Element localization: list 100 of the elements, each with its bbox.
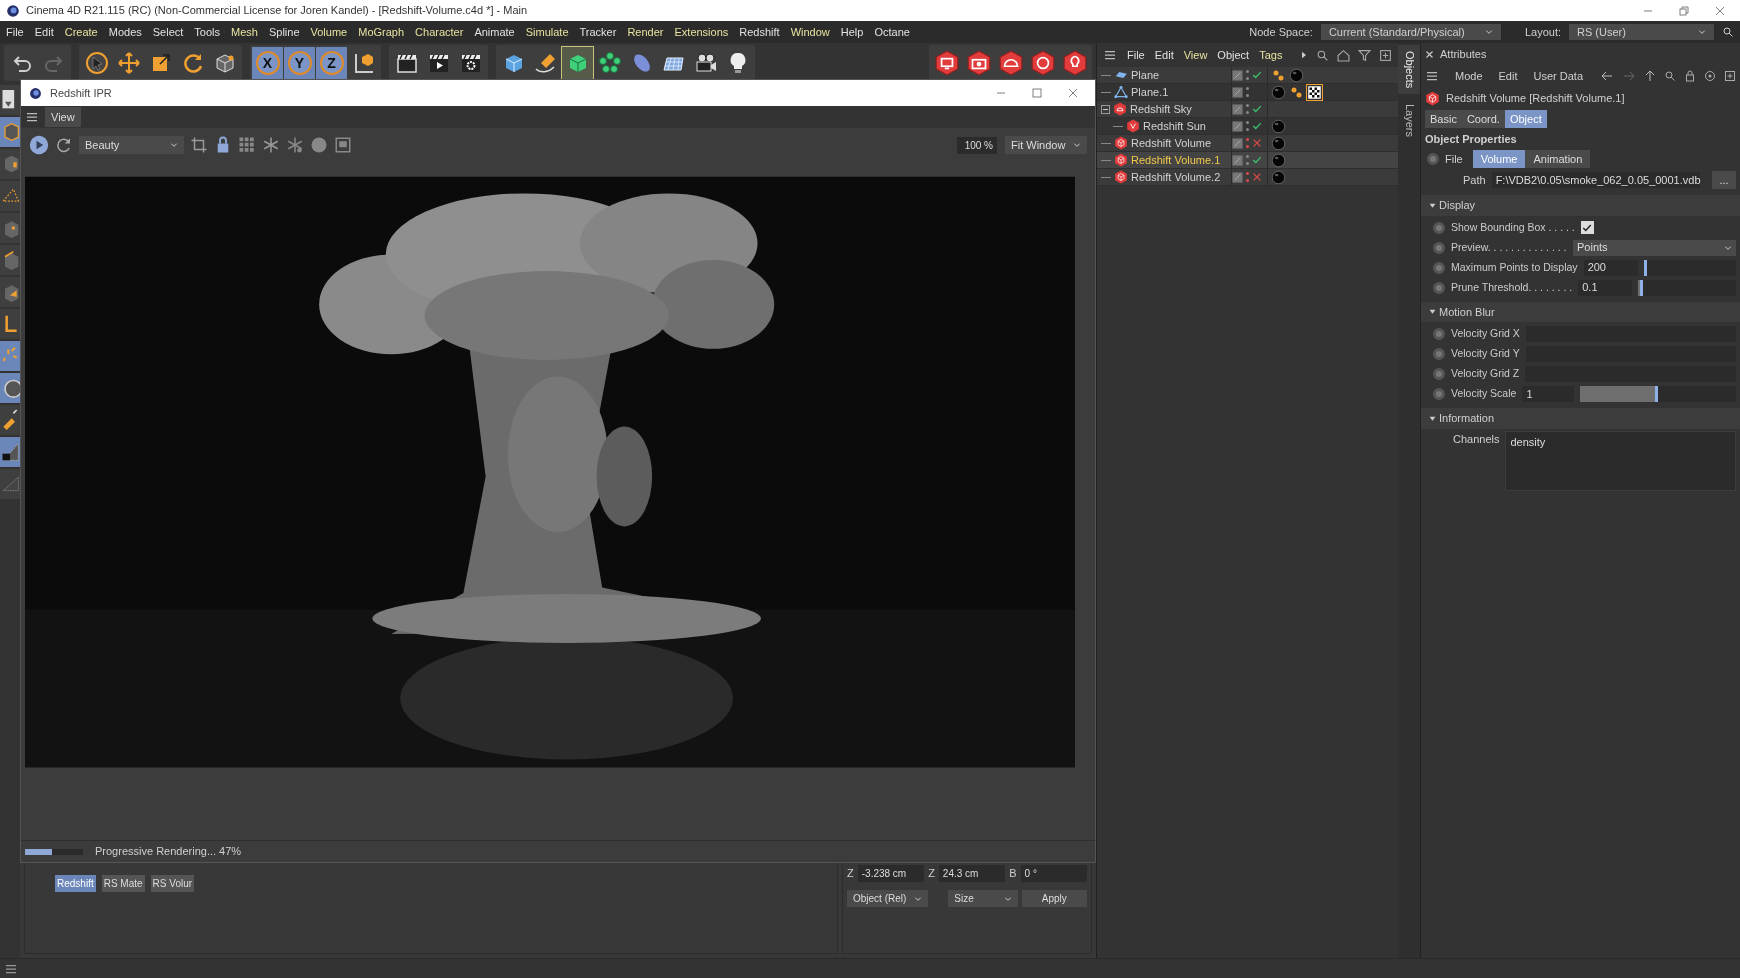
- menu-item[interactable]: Mode: [1455, 67, 1483, 85]
- checkmark-icon[interactable]: [1252, 70, 1262, 80]
- refresh-icon[interactable]: [55, 136, 73, 154]
- menu-icon[interactable]: [4, 962, 18, 975]
- close-icon[interactable]: [1067, 87, 1079, 99]
- material-sphere-icon[interactable]: [1271, 135, 1286, 151]
- material-sphere-icon[interactable]: [1271, 169, 1286, 185]
- preview-dropdown[interactable]: Points: [1573, 239, 1736, 256]
- animation-radio[interactable]: [1433, 221, 1445, 234]
- path-field[interactable]: F:\VDB2\0.05\smoke_062_0.05_0001.vdb: [1491, 172, 1700, 188]
- aov-dropdown[interactable]: Beauty: [79, 135, 184, 155]
- filter-icon[interactable]: [1358, 48, 1371, 62]
- animation-radio[interactable]: [1433, 388, 1445, 400]
- zoom-field[interactable]: 100 %: [957, 136, 997, 154]
- visibility-dots-icon[interactable]: [1245, 154, 1250, 166]
- menu-item[interactable]: Volume: [310, 23, 348, 41]
- checkmark-icon[interactable]: [1252, 104, 1262, 114]
- cross-icon[interactable]: [1252, 172, 1262, 182]
- menu-icon[interactable]: [1103, 49, 1117, 61]
- layer-toggle-icon[interactable]: [1232, 103, 1243, 115]
- number-field[interactable]: -3.238 cm: [857, 865, 925, 882]
- menu-item[interactable]: Simulate: [525, 23, 569, 41]
- picture-view-icon[interactable]: [334, 136, 352, 154]
- material-sphere-icon[interactable]: [1271, 118, 1286, 134]
- side-tab[interactable]: Objects: [1398, 45, 1420, 95]
- number-field[interactable]: 200: [1583, 259, 1638, 276]
- animation-radio[interactable]: [1433, 328, 1445, 340]
- tab[interactable]: Animation: [1525, 149, 1591, 169]
- circle-icon[interactable]: [310, 136, 328, 154]
- menu-item[interactable]: View: [45, 106, 81, 128]
- node-space-dropdown[interactable]: Current (Standard/Physical): [1320, 23, 1501, 41]
- material-sphere-icon[interactable]: [1271, 84, 1286, 100]
- browse-button[interactable]: ...: [1712, 170, 1736, 190]
- fit-dropdown[interactable]: Fit Window: [1005, 135, 1087, 155]
- tab[interactable]: Coord.: [1461, 109, 1505, 129]
- material-sphere-icon[interactable]: [1271, 152, 1286, 168]
- axis-toggle-button[interactable]: Y: [284, 47, 315, 79]
- snap-tool-icon[interactable]: [0, 373, 20, 403]
- search-icon[interactable]: [1722, 26, 1734, 38]
- brush-tool-icon[interactable]: [0, 405, 20, 435]
- animation-radio[interactable]: [1433, 368, 1445, 380]
- edges-tool-icon[interactable]: [0, 245, 20, 275]
- texture-tool-icon[interactable]: [0, 181, 20, 211]
- object-row[interactable]: Redshift Volume.1: [1097, 152, 1398, 169]
- collapse-toggle[interactable]: [1101, 104, 1110, 114]
- cube-icon[interactable]: [562, 47, 593, 79]
- number-field[interactable]: 1: [1522, 386, 1575, 402]
- object-row[interactable]: Plane: [1097, 67, 1398, 84]
- lock-icon[interactable]: [1684, 70, 1696, 82]
- expand-triangle-icon[interactable]: [1429, 201, 1436, 209]
- material-thumbnail[interactable]: RS Volur: [150, 875, 195, 892]
- layer-toggle-icon[interactable]: [1232, 171, 1243, 183]
- target-icon[interactable]: [1704, 70, 1716, 82]
- checkmark-icon[interactable]: [1252, 121, 1262, 131]
- object-tool-icon[interactable]: [0, 149, 20, 179]
- back-arrow-icon[interactable]: [1600, 70, 1614, 82]
- checkmark-icon[interactable]: [1252, 155, 1262, 165]
- menu-item[interactable]: Edit: [34, 23, 54, 41]
- material-thumbnail[interactable]: RS Mate: [101, 875, 145, 892]
- polygons-tool-icon[interactable]: [0, 277, 20, 307]
- maximize-icon[interactable]: [1031, 87, 1043, 99]
- menu-item[interactable]: MoGraph: [358, 23, 405, 41]
- animation-radio[interactable]: [1433, 241, 1445, 254]
- menu-icon[interactable]: [1425, 70, 1439, 82]
- animation-radio[interactable]: [1433, 261, 1445, 274]
- snowflake-icon[interactable]: [262, 136, 280, 154]
- text-area[interactable]: density: [1505, 430, 1736, 491]
- menu-item[interactable]: Character: [415, 23, 464, 41]
- slider-fill[interactable]: [1580, 386, 1659, 402]
- menu-item[interactable]: Tracker: [579, 23, 617, 41]
- object-row[interactable]: Redshift Volume: [1097, 135, 1398, 152]
- visibility-dots-icon[interactable]: [1245, 69, 1250, 81]
- grid-icon[interactable]: [238, 136, 256, 154]
- layout-dropdown[interactable]: RS (User): [1569, 23, 1714, 41]
- lock-grid-tool-icon[interactable]: [0, 437, 20, 467]
- menu-item[interactable]: File: [6, 23, 24, 41]
- layer-toggle-icon[interactable]: [1232, 69, 1243, 81]
- cross-icon[interactable]: [1252, 138, 1262, 148]
- menu-item[interactable]: Modes: [108, 23, 142, 41]
- up-arrow-icon[interactable]: [1644, 69, 1656, 83]
- menu-item[interactable]: Spline: [268, 23, 300, 41]
- menu-item[interactable]: View: [1183, 46, 1208, 64]
- number-field[interactable]: 0.1: [1578, 279, 1633, 296]
- tab[interactable]: Basic: [1425, 109, 1462, 129]
- menu-item[interactable]: Mesh: [231, 23, 258, 41]
- slider-fill[interactable]: [1638, 279, 1644, 296]
- menu-item[interactable]: Edit: [1154, 46, 1174, 64]
- animation-radio[interactable]: [1433, 348, 1445, 360]
- model-tool-icon[interactable]: [0, 117, 20, 147]
- menu-item[interactable]: Select: [152, 23, 184, 41]
- visibility-dots-icon[interactable]: [1245, 120, 1250, 132]
- menu-item[interactable]: Tags: [1259, 46, 1283, 64]
- coordinate-mode-dropdown[interactable]: Object (Rel): [847, 890, 929, 907]
- size-mode-dropdown[interactable]: Size: [948, 890, 1018, 907]
- menu-item[interactable]: Window: [790, 23, 830, 41]
- axis-toggle-button[interactable]: X: [252, 47, 283, 79]
- layer-toggle-icon[interactable]: [1232, 137, 1243, 149]
- layer-toggle-icon[interactable]: [1232, 154, 1243, 166]
- visibility-dots-icon[interactable]: [1245, 103, 1250, 115]
- visibility-dots-icon[interactable]: [1245, 171, 1250, 183]
